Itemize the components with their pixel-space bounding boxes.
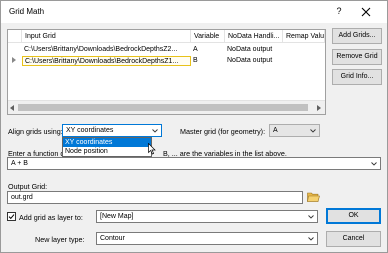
new-layer-type-select[interactable]: Contour [96,232,318,245]
chevron-down-icon [371,161,377,167]
mouse-pointer-icon [148,142,156,157]
master-grid-select[interactable]: A [269,124,320,137]
cancel-button[interactable]: Cancel [326,231,381,247]
close-icon[interactable] [358,4,374,20]
chevron-down-icon [308,214,314,220]
chevron-down-icon [310,128,316,134]
column-header-variable[interactable]: Variable [191,30,225,43]
dialog-title: Grid Math [9,7,45,16]
horizontal-scrollbar[interactable] [8,100,325,114]
output-grid-label: Output Grid: [8,182,48,191]
ok-button[interactable]: OK [326,208,381,224]
scroll-left-icon[interactable] [10,105,14,111]
align-grids-label: Align grids using: [8,127,63,136]
open-folder-icon[interactable] [307,191,320,205]
help-button[interactable]: ? [332,6,346,18]
title-bar: Grid Math ? [1,1,387,23]
add-layer-target-value: [New Map] [100,213,134,220]
grid-info-button[interactable]: Grid Info... [332,69,382,85]
output-grid-field[interactable]: out.grd [7,191,303,204]
scrollbar-thumb[interactable] [18,104,308,111]
function-input[interactable]: A + B [7,157,381,170]
add-grids-button[interactable]: Add Grids... [332,28,382,44]
table-row[interactable]: C:\Users\Brittany\Downloads\BedrockDepth… [8,56,325,66]
dropdown-option-node-position[interactable]: Node position [63,147,151,156]
table-row[interactable]: C:\Users\Brittany\Downloads\BedrockDepth… [8,45,325,55]
row-header-corner [8,30,22,43]
remove-grid-button[interactable]: Remove Grid [332,49,382,65]
align-grids-value: XY coordinates [66,127,114,134]
chevron-down-icon [152,128,158,134]
chevron-down-icon [308,236,314,242]
nodata-cell[interactable]: NoData output [225,45,283,55]
add-grid-as-layer-checkbox[interactable] [7,212,16,221]
input-grid-cell[interactable]: C:\Users\Brittany\Downloads\BedrockDepth… [22,45,191,55]
add-grid-as-layer-label: Add grid as layer to: [19,213,83,222]
column-header-input-grid[interactable]: Input Grid [22,30,191,43]
align-grids-dropdown-list[interactable]: XY coordinates Node position [62,137,152,157]
column-header-remap[interactable]: Remap Valu [283,30,325,43]
grid-math-dialog: Grid Math ? Input Grid Variable NoData H… [0,0,388,253]
master-grid-value: A [273,127,278,134]
master-grid-label: Master grid (for geometry): [180,127,266,136]
input-grid-table[interactable]: Input Grid Variable NoData Handli... Rem… [7,29,326,115]
remap-cell[interactable] [283,56,325,66]
add-layer-target-select[interactable]: [New Map] [96,210,318,223]
column-header-nodata[interactable]: NoData Handli... [225,30,283,43]
align-grids-select[interactable]: XY coordinates [62,124,162,137]
nodata-cell[interactable]: NoData output [225,56,283,66]
dropdown-option-xy-coordinates[interactable]: XY coordinates [63,138,151,147]
output-grid-value: out.grd [11,194,33,201]
scroll-right-icon[interactable] [317,105,321,111]
remap-cell[interactable] [283,45,325,55]
new-layer-type-value: Contour [100,235,125,242]
input-grid-cell[interactable]: C:\Users\Brittany\Downloads\BedrockDepth… [22,56,191,66]
function-value: A + B [11,160,28,167]
variable-cell[interactable]: B [191,56,225,66]
new-layer-type-label: New layer type: [35,235,85,244]
variable-cell[interactable]: A [191,45,225,55]
